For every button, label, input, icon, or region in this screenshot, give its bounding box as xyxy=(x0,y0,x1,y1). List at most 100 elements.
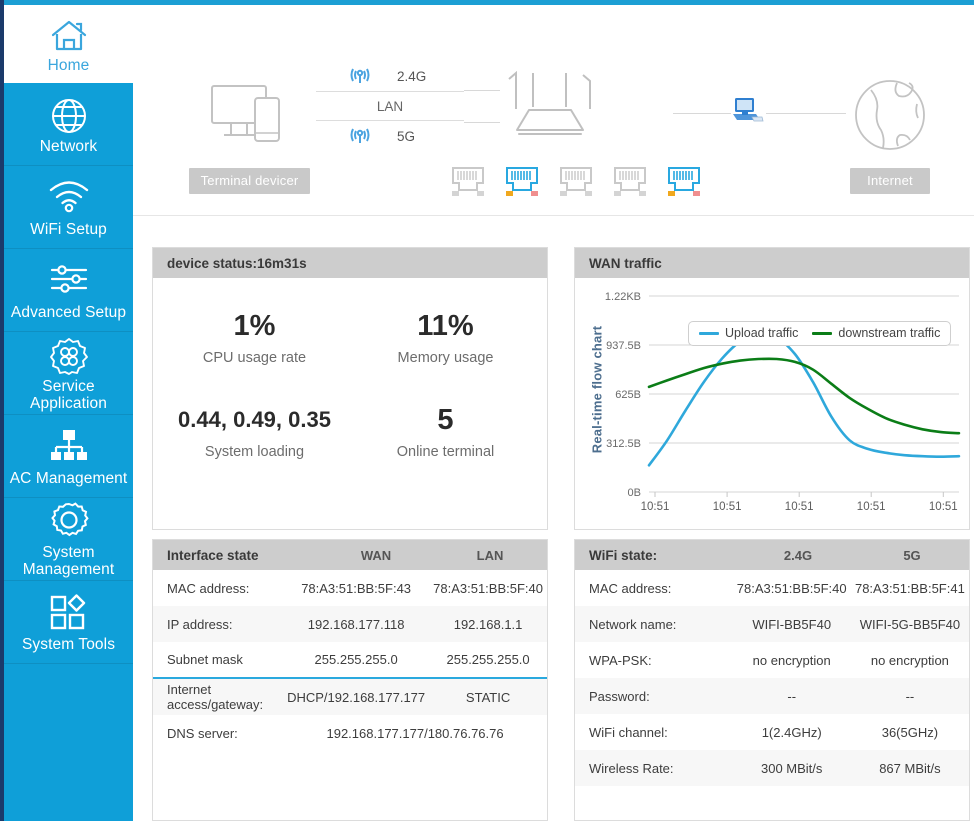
svg-text:1.22KB: 1.22KB xyxy=(605,291,641,303)
svg-text:0B: 0B xyxy=(628,487,641,499)
interface-state-title: Interface state xyxy=(167,547,259,563)
network-topology-diagram: Terminal devicer 2.4G LAN 5G Internet xyxy=(133,5,974,216)
interface-col-wan: WAN xyxy=(360,547,392,563)
row-value-5g: 36(5GHz) xyxy=(881,724,939,740)
antenna-icon xyxy=(349,126,371,146)
sidebar-item-wifi-setup[interactable]: WiFi Setup xyxy=(4,166,133,249)
row-value-5g: 78:A3:51:BB:5F:41 xyxy=(854,580,965,596)
row-key: WiFi channel: xyxy=(589,724,668,740)
stat-system-loading: 0.44, 0.49, 0.35 System loading xyxy=(159,400,350,494)
terminal-devices-icon xyxy=(211,84,289,147)
row-value-wan: DHCP/192.168.177.177 xyxy=(283,677,430,715)
wifi-state-table: MAC address: 78:A3:51:BB:5F:40 78:A3:51:BB… xyxy=(575,570,969,786)
legend-item-upload[interactable]: Upload traffic xyxy=(699,326,798,340)
lan-port-3-inactive[interactable] xyxy=(559,166,593,196)
sidebar-item-service-application[interactable]: Service Application xyxy=(4,332,133,415)
row-value-24g: no encryption xyxy=(752,652,831,668)
antenna-icon xyxy=(349,66,371,86)
stat-value: 1% xyxy=(233,310,276,342)
row-value-24g: 78:A3:51:BB:5F:40 xyxy=(736,580,847,596)
row-value-wan: 78:A3:51:BB:5F:43 xyxy=(301,580,412,596)
sidebar-item-network[interactable]: Network xyxy=(4,83,133,166)
sidebar-item-label: Home xyxy=(47,56,90,74)
lan-port-5-active[interactable] xyxy=(667,166,701,196)
link-line-5g xyxy=(464,122,500,123)
stat-value: 5 xyxy=(437,403,454,436)
wifi-icon xyxy=(48,179,90,219)
sidebar-item-system-management[interactable]: System Management xyxy=(4,498,133,581)
wan-traffic-title: WAN traffic xyxy=(575,248,969,278)
wifi-col-24g: 2.4G xyxy=(783,547,813,563)
table-row: WPA-PSK: no encryption no encryption xyxy=(575,642,969,678)
row-key: Network name: xyxy=(589,616,677,632)
sidebar-nav: Home Network WiFi Setup Advanced Setup Servi… xyxy=(4,5,133,821)
row-key: Password: xyxy=(589,688,650,704)
link-line-24g xyxy=(464,90,500,91)
globe-icon xyxy=(49,96,89,136)
device-stats-grid: 1% CPU usage rate 11% Memory usage 0.44, 0.4… xyxy=(153,278,547,529)
legend-label: Upload traffic xyxy=(725,326,799,340)
sidebar-item-label: System Management xyxy=(22,544,115,578)
wan-traffic-panel: WAN traffic Real-time flow chart 0B 312.5… xyxy=(574,247,970,530)
table-row: Network name: WIFI-BB5F40 WIFI-5G-BB5F40 xyxy=(575,606,969,642)
legend-swatch xyxy=(812,331,833,335)
row-key: MAC address: xyxy=(589,580,672,596)
legend-item-downstream[interactable]: downstream traffic xyxy=(812,326,940,340)
lan-port-1-inactive[interactable] xyxy=(451,166,485,196)
stat-label: Online terminal xyxy=(396,443,495,460)
sidebar-item-home[interactable]: Home xyxy=(4,5,133,83)
stat-label: Memory usage xyxy=(397,350,494,366)
internet-globe-icon xyxy=(853,78,927,157)
terminal-device-badge: Terminal devicer xyxy=(189,168,310,194)
sidebar-item-system-tools[interactable]: System Tools xyxy=(4,581,133,664)
sidebar-item-label: Service Application xyxy=(30,378,107,412)
device-status-title: device status:16m31s xyxy=(153,248,547,278)
link-line-wan-right xyxy=(766,113,846,114)
internet-badge: Internet xyxy=(850,168,930,194)
row-key: Internet access/gateway: xyxy=(153,677,284,715)
lan-port-2-active[interactable] xyxy=(505,166,539,196)
svg-text:625B: 625B xyxy=(615,389,641,401)
lan-port-4-inactive[interactable] xyxy=(613,166,647,196)
wan-host-icon xyxy=(730,95,764,130)
wifi-col-5g: 5G xyxy=(903,547,921,563)
row-value-lan: 255.255.255.0 xyxy=(446,652,530,667)
table-row: WiFi channel: 1(2.4GHz) 36(5GHz) xyxy=(575,714,969,750)
wan-traffic-chart: Real-time flow chart 0B 312.5B 625B 937.5B 1… xyxy=(575,278,969,529)
row-value-5g: WIFI-5G-BB5F40 xyxy=(859,616,961,632)
table-row: Subnet mask 255.255.255.0 255.255.255.0 xyxy=(153,642,547,678)
row-value-24g: -- xyxy=(787,688,797,704)
table-row: Internet access/gateway: DHCP/192.168.177… xyxy=(153,677,547,715)
row-value-5g: -- xyxy=(905,688,915,704)
svg-text:10:51: 10:51 xyxy=(785,501,814,513)
table-row: Wireless Rate: 300 MBit/s 867 MBit/s xyxy=(575,750,969,786)
row-key: WPA-PSK: xyxy=(589,652,652,668)
table-row: IP address: 192.168.177.118 192.168.1.1 xyxy=(153,606,547,642)
band-label-5: 5G xyxy=(397,128,416,144)
sidebar-item-label: Advanced Setup xyxy=(10,303,127,321)
tools-icon xyxy=(49,593,89,634)
row-key: Wireless Rate: xyxy=(589,760,674,776)
svg-text:937.5B: 937.5B xyxy=(606,340,641,352)
svg-text:312.5B: 312.5B xyxy=(606,438,641,450)
lan-band-block: 2.4G LAN 5G xyxy=(316,61,464,151)
stat-memory-usage: 11% Memory usage xyxy=(350,306,541,400)
interface-state-panel: Interface state WAN LAN MAC address: 78:A… xyxy=(152,539,548,821)
table-row: MAC address: 78:A3:51:BB:5F:40 78:A3:51:BB… xyxy=(575,570,969,606)
stat-label: System loading xyxy=(204,443,305,460)
svg-text:10:51: 10:51 xyxy=(713,501,742,513)
stat-value: 11% xyxy=(417,310,474,342)
row-key: IP address: xyxy=(167,616,233,632)
legend-label: downstream traffic xyxy=(838,326,941,340)
table-row: Password: -- -- xyxy=(575,678,969,714)
lan-label: LAN xyxy=(316,91,464,121)
sidebar-item-advanced-setup[interactable]: Advanced Setup xyxy=(4,249,133,332)
network-tree-icon xyxy=(49,428,89,468)
interface-state-table: MAC address: 78:A3:51:BB:5F:43 78:A3:51:BB… xyxy=(153,570,547,751)
stat-online-terminal: 5 Online terminal xyxy=(350,400,541,494)
sidebar-item-ac-management[interactable]: AC Management xyxy=(4,415,133,498)
row-value-24g: 1(2.4GHz) xyxy=(761,724,822,740)
row-key: MAC address: xyxy=(167,580,250,596)
row-key: DNS server: xyxy=(167,725,238,741)
gear-icon xyxy=(49,502,89,542)
